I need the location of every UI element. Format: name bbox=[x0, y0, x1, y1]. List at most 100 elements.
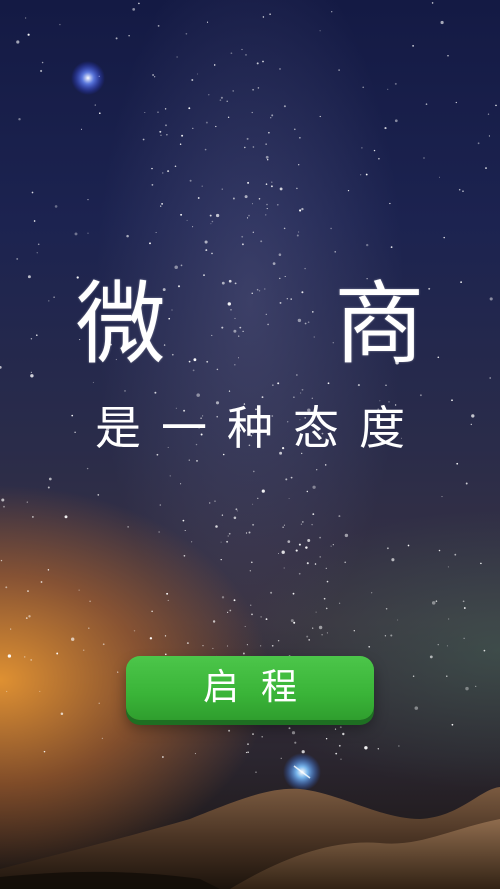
star bbox=[26, 501, 28, 503]
star bbox=[338, 515, 341, 518]
star bbox=[246, 644, 248, 646]
star bbox=[157, 111, 159, 113]
star bbox=[319, 536, 321, 539]
star bbox=[251, 111, 253, 114]
star bbox=[266, 203, 268, 206]
star bbox=[166, 134, 168, 136]
star bbox=[260, 616, 262, 618]
star bbox=[144, 111, 146, 114]
star bbox=[279, 187, 283, 191]
star bbox=[196, 460, 198, 462]
star bbox=[257, 497, 259, 499]
star bbox=[253, 470, 255, 473]
star bbox=[260, 645, 262, 647]
star bbox=[250, 561, 253, 564]
star bbox=[384, 635, 387, 637]
star bbox=[312, 627, 314, 629]
star bbox=[300, 392, 302, 394]
start-button[interactable]: 启程 bbox=[126, 656, 374, 720]
star bbox=[149, 637, 153, 640]
star bbox=[294, 741, 297, 744]
star bbox=[206, 21, 209, 23]
star bbox=[97, 494, 100, 496]
star bbox=[48, 477, 52, 481]
star bbox=[242, 652, 245, 655]
star bbox=[185, 32, 188, 35]
star bbox=[251, 203, 254, 205]
star bbox=[157, 25, 160, 27]
star bbox=[298, 543, 301, 546]
star bbox=[312, 485, 316, 489]
star bbox=[188, 107, 191, 110]
star bbox=[241, 243, 244, 246]
star bbox=[296, 234, 299, 237]
star bbox=[285, 478, 288, 481]
star bbox=[174, 265, 178, 270]
star bbox=[166, 592, 169, 595]
star bbox=[265, 143, 267, 145]
star bbox=[161, 203, 163, 205]
star bbox=[232, 197, 235, 200]
star bbox=[7, 654, 12, 658]
star bbox=[339, 726, 342, 729]
star bbox=[252, 146, 255, 148]
star bbox=[488, 135, 490, 137]
star bbox=[435, 600, 438, 602]
star bbox=[210, 223, 212, 225]
star bbox=[117, 671, 119, 673]
star bbox=[338, 744, 341, 747]
star bbox=[277, 382, 280, 385]
star bbox=[407, 544, 410, 547]
star bbox=[31, 191, 34, 194]
star bbox=[465, 482, 468, 485]
star bbox=[299, 137, 301, 139]
star bbox=[220, 96, 223, 99]
star bbox=[487, 113, 490, 115]
star bbox=[220, 558, 222, 561]
star bbox=[228, 729, 231, 732]
star bbox=[299, 209, 302, 212]
star bbox=[24, 17, 27, 19]
star bbox=[390, 246, 393, 249]
star bbox=[183, 554, 186, 557]
star bbox=[283, 524, 285, 526]
star bbox=[318, 625, 323, 630]
star bbox=[385, 384, 387, 386]
star bbox=[272, 384, 274, 386]
star bbox=[266, 208, 268, 210]
star bbox=[220, 541, 222, 543]
star bbox=[293, 621, 296, 624]
star bbox=[213, 64, 216, 66]
star bbox=[429, 655, 433, 659]
star bbox=[133, 630, 136, 632]
star bbox=[16, 40, 20, 44]
star bbox=[371, 592, 373, 594]
star bbox=[151, 167, 153, 170]
star bbox=[270, 185, 273, 188]
star bbox=[226, 540, 229, 543]
star bbox=[270, 117, 272, 119]
star bbox=[480, 562, 482, 565]
star bbox=[33, 220, 36, 222]
star bbox=[324, 464, 327, 466]
star bbox=[282, 526, 284, 528]
star bbox=[458, 188, 461, 191]
star bbox=[298, 231, 300, 233]
star bbox=[189, 179, 192, 182]
star bbox=[184, 529, 186, 532]
star bbox=[102, 643, 105, 646]
star bbox=[252, 88, 254, 91]
star bbox=[305, 546, 308, 549]
star bbox=[155, 231, 157, 234]
star bbox=[252, 733, 254, 736]
star bbox=[347, 189, 350, 192]
star bbox=[27, 33, 30, 36]
star bbox=[277, 639, 280, 642]
star bbox=[115, 37, 118, 40]
star bbox=[386, 547, 389, 550]
star bbox=[215, 125, 217, 128]
star bbox=[292, 592, 295, 595]
star bbox=[23, 656, 26, 658]
star bbox=[270, 591, 273, 594]
star bbox=[182, 519, 185, 522]
